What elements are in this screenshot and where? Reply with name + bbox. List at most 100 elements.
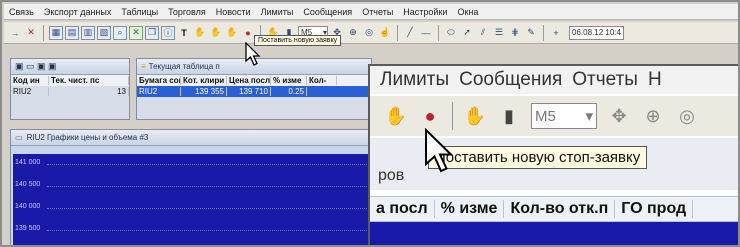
table-header-row: Бумага сок Кот. клири Цена посл % изме К… [137, 75, 371, 86]
info-icon[interactable]: ⓘ [161, 25, 175, 40]
portfolio-panel: ▣ ▭ ▣ ▣ Код ин Тек. чист. пс RIU2 13 [10, 58, 130, 120]
chart-window-title: RIU2 Графики цены и объема #3 [26, 133, 149, 142]
menu-bar: Связь Экспорт данных Таблицы Торговля Но… [4, 4, 738, 20]
app-window: Связь Экспорт данных Таблицы Торговля Но… [0, 0, 740, 247]
menu-item-messages[interactable]: Сообщения [298, 7, 357, 17]
zoom-inset: Лимиты Сообщения Отчеты Н ✋ ● ✋ ▮ M5 ▾ ✥ … [368, 64, 738, 245]
column-header[interactable]: ГО прод [615, 200, 694, 218]
arrow-tool-icon[interactable]: ➚ [460, 26, 474, 40]
menu-item-reports[interactable]: Отчеты [562, 69, 638, 91]
window-controls-icon[interactable]: ▣ ▭ ▣ ▣ [15, 61, 57, 72]
menu-item-limits[interactable]: Лимиты [256, 7, 299, 17]
y-axis-label: 140 500 [15, 181, 41, 188]
chart-window-icon: ▭ [15, 133, 23, 142]
mouse-cursor-icon [425, 128, 454, 173]
toolbar-separator [452, 102, 453, 130]
table-row[interactable]: RIU2 13 [11, 86, 129, 97]
portfolio-table: Код ин Тек. чист. пс RIU2 13 [11, 75, 129, 97]
toolbar-separator [397, 24, 398, 41]
target-icon[interactable]: ◎ [362, 26, 376, 40]
main-toolbar: → ✕ ▦ ▤ ▥ ▧ ⌕ ✕ ❐ ⓘ T ✋ ✋ ✋ ● ✋ ▮ M5 ▾ ✥ … [4, 22, 738, 44]
column-header[interactable]: Код ин [11, 76, 49, 85]
menu-item-connection[interactable]: Связь [4, 7, 39, 17]
grid-tool-icon[interactable]: ⋕ [508, 26, 522, 40]
toolbar-separator [43, 24, 44, 41]
table-cell: 13 [49, 87, 129, 96]
column-header[interactable]: а посл [370, 200, 435, 218]
mouse-cursor-icon [245, 42, 261, 66]
quotes-panel-title: Текущая таблица п [148, 62, 220, 71]
menu-item-news[interactable]: Новости [211, 7, 256, 17]
text-tool-icon[interactable]: T [177, 26, 191, 40]
bar-chart-icon[interactable]: ▮ [497, 104, 521, 128]
column-header[interactable]: % изме [435, 200, 505, 218]
ellipse-tool-icon[interactable]: ⬭ [444, 26, 458, 40]
target-icon[interactable]: ◎ [675, 104, 699, 128]
search-icon[interactable]: ⌕ [113, 25, 127, 40]
menu-item-export[interactable]: Экспорт данных [39, 7, 116, 17]
menu-item-reports[interactable]: Отчеты [357, 7, 398, 17]
crosshair-icon[interactable]: ⊕ [346, 26, 360, 40]
column-header[interactable]: Бумага сок [137, 76, 181, 85]
column-header[interactable]: Кол- [307, 76, 337, 85]
pointer-hand-icon[interactable]: ☝ [378, 26, 392, 40]
pen-tool-icon[interactable]: ✎ [524, 26, 538, 40]
zoom-menu-bar: Лимиты Сообщения Отчеты Н [370, 66, 738, 94]
fibo-tool-icon[interactable]: ☰ [492, 26, 506, 40]
disconnect-icon[interactable]: ✕ [24, 26, 38, 40]
menu-item-trading[interactable]: Торговля [163, 7, 211, 17]
orders-table-icon[interactable]: ▥ [81, 25, 95, 40]
column-header[interactable]: Тек. чист. пс [49, 76, 129, 85]
copy-icon[interactable]: ❐ [145, 25, 159, 40]
column-header[interactable]: Кол-во отк.п [504, 200, 616, 218]
table-cell: RIU2 [137, 87, 181, 96]
order-book-icon[interactable]: ✋ [384, 104, 408, 128]
chart-window-icon[interactable]: ▧ [97, 25, 111, 40]
table-header-row: Код ин Тек. чист. пс [11, 75, 129, 86]
column-header[interactable]: % изме [271, 76, 307, 85]
quotes-table: Бумага сок Кот. клири Цена посл % изме К… [137, 75, 371, 97]
new-stop-order-tooltip: Поставить новую стоп-заявку [428, 146, 648, 169]
table-icon: ≡ [141, 62, 146, 71]
chart-window-header: ▭ RIU2 Графики цены и объема #3 [11, 130, 371, 146]
zoom-chart-plot[interactable] [370, 222, 738, 245]
cancel-order-icon[interactable]: ● [418, 104, 442, 128]
table-cell: 139 355 [181, 87, 227, 96]
zoom-table-header-row: а посл % изме Кол-во отк.п ГО прод [370, 196, 738, 222]
table-cell: RIU2 [11, 87, 49, 96]
menu-item-settings[interactable]: Н [638, 69, 662, 91]
column-header[interactable]: Кот. клири [181, 76, 227, 85]
crosshair-icon[interactable]: ⊕ [641, 104, 665, 128]
menu-item-settings[interactable]: Настройки [398, 7, 452, 17]
menu-item-tables[interactable]: Таблицы [116, 7, 163, 17]
datetime-field[interactable]: 06.08.12 10:4 [569, 25, 624, 40]
table-cell: 139 710 [227, 87, 271, 96]
order-book-icon[interactable]: ✋ [225, 26, 239, 40]
gridline [47, 208, 369, 209]
connect-icon[interactable]: → [8, 26, 22, 40]
menu-item-limits[interactable]: Лимиты [370, 69, 449, 91]
export-excel-icon[interactable]: ✕ [129, 25, 143, 40]
partial-label: ров [378, 167, 405, 184]
cancel-order-icon[interactable]: ● [241, 26, 255, 40]
timeframe-select[interactable]: M5 ▾ [531, 103, 597, 129]
line-tool-icon[interactable]: ╱ [403, 26, 417, 40]
table-row[interactable]: RIU2 139 355 139 710 0.25 [137, 86, 371, 97]
hand-tool-icon[interactable]: ✋ [463, 104, 487, 128]
new-order-icon[interactable]: ✋ [193, 26, 207, 40]
gridline [47, 164, 369, 165]
column-header[interactable]: Цена посл [227, 76, 271, 85]
quotes-table-icon[interactable]: ▤ [65, 25, 79, 40]
price-chart-plot[interactable]: 141 000 140 500 140 000 139 500 [13, 154, 369, 245]
price-chart-window: ▭ RIU2 Графики цены и объема #3 141 000 … [10, 129, 372, 245]
menu-item-windows[interactable]: Окна [452, 7, 483, 17]
table-cell: 0.25 [271, 87, 307, 96]
gridline [47, 186, 369, 187]
channel-tool-icon[interactable]: ⫽ [476, 26, 490, 40]
new-stop-order-icon[interactable]: ✋ [209, 26, 223, 40]
hline-tool-icon[interactable]: — [419, 26, 433, 40]
menu-item-messages[interactable]: Сообщения [449, 69, 562, 91]
add-icon[interactable]: + [549, 26, 563, 40]
move-icon[interactable]: ✥ [607, 104, 631, 128]
table-icon[interactable]: ▦ [49, 25, 63, 40]
